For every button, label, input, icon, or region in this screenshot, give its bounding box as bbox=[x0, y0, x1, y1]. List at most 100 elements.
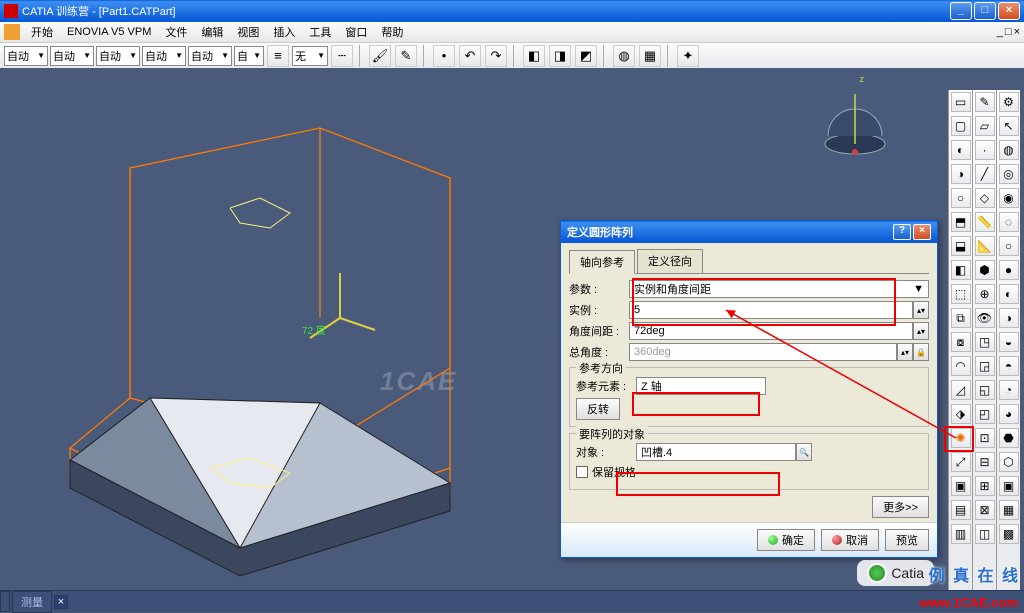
hole-icon[interactable]: ○ bbox=[951, 188, 971, 208]
mdi-restore-button[interactable]: □ bbox=[1005, 26, 1012, 38]
dot-icon[interactable]: • bbox=[433, 45, 455, 67]
loft-icon[interactable]: ⧉ bbox=[951, 308, 971, 328]
menu-tools[interactable]: 工具 bbox=[303, 22, 337, 42]
menu-insert[interactable]: 插入 bbox=[267, 22, 301, 42]
redo-icon[interactable]: ↷ bbox=[485, 45, 507, 67]
grid-icon[interactable]: ▦ bbox=[639, 45, 661, 67]
tb-c10-icon[interactable]: ◑ bbox=[999, 308, 1019, 328]
menu-edit[interactable]: 编辑 bbox=[195, 22, 229, 42]
gear-icon[interactable]: ⚙ bbox=[999, 92, 1019, 112]
instances-spinner[interactable]: ▴▾ bbox=[913, 301, 929, 319]
maximize-button[interactable]: □ bbox=[974, 2, 996, 20]
tb-a18-icon[interactable]: ▤ bbox=[951, 500, 971, 520]
mdi-close-button[interactable]: × bbox=[1014, 26, 1020, 38]
view-icon[interactable]: 👁 bbox=[975, 308, 995, 328]
sketch-icon[interactable]: ✎ bbox=[975, 92, 995, 112]
compass[interactable] bbox=[812, 76, 898, 162]
cursor-icon[interactable]: ↖ bbox=[999, 116, 1019, 136]
ref-elem-input[interactable]: Z 轴 bbox=[636, 377, 766, 395]
keep-spec-checkbox[interactable] bbox=[576, 466, 588, 478]
dialog-close-button[interactable]: × bbox=[913, 224, 931, 240]
status-close-icon[interactable]: × bbox=[54, 595, 68, 609]
preview-button[interactable]: 预览 bbox=[885, 529, 929, 551]
total-angle-lock-icon[interactable]: 🔒 bbox=[913, 343, 929, 361]
dialog-titlebar[interactable]: 定义圆形阵列 ? × bbox=[561, 221, 937, 243]
combo-5[interactable]: 自▼ bbox=[234, 46, 264, 66]
tb-b16-icon[interactable]: ⊟ bbox=[975, 452, 995, 472]
dialog-help-button[interactable]: ? bbox=[893, 224, 911, 240]
shaft-icon[interactable]: ◐ bbox=[951, 140, 971, 160]
combo-6[interactable]: 无▼ bbox=[292, 46, 328, 66]
tb-c15-icon[interactable]: ⬣ bbox=[999, 428, 1019, 448]
tb-c18-icon[interactable]: ▦ bbox=[999, 500, 1019, 520]
measure-icon[interactable]: 📏 bbox=[975, 212, 995, 232]
brush-icon[interactable]: 🖌 bbox=[369, 45, 391, 67]
stiffener-icon[interactable]: ◧ bbox=[951, 260, 971, 280]
menu-window[interactable]: 窗口 bbox=[339, 22, 373, 42]
analysis-icon[interactable]: 📐 bbox=[975, 236, 995, 256]
tb-b17-icon[interactable]: ⊞ bbox=[975, 476, 995, 496]
body-icon[interactable]: ⬢ bbox=[975, 260, 995, 280]
box3-icon[interactable]: ◩ bbox=[575, 45, 597, 67]
rib-icon[interactable]: ⬒ bbox=[951, 212, 971, 232]
tb-c16-icon[interactable]: ⬡ bbox=[999, 452, 1019, 472]
tb-a17-icon[interactable]: ▣ bbox=[951, 476, 971, 496]
fillet-icon[interactable]: ◠ bbox=[951, 356, 971, 376]
combo-3[interactable]: 自动▼ bbox=[142, 46, 186, 66]
more-button[interactable]: 更多>> bbox=[872, 496, 929, 518]
combo-0[interactable]: 自动▼ bbox=[4, 46, 48, 66]
tb-c19-icon[interactable]: ▩ bbox=[999, 524, 1019, 544]
undo-icon[interactable]: ↶ bbox=[459, 45, 481, 67]
tb-dash-icon[interactable]: ┄ bbox=[331, 45, 353, 67]
tb-c8-icon[interactable]: ● bbox=[999, 260, 1019, 280]
instances-input[interactable]: 5 bbox=[629, 301, 913, 319]
tb-c3-icon[interactable]: ◍ bbox=[999, 140, 1019, 160]
point-icon[interactable]: · bbox=[975, 140, 995, 160]
combo-2[interactable]: 自动▼ bbox=[96, 46, 140, 66]
axis-icon[interactable]: ✦ bbox=[677, 45, 699, 67]
shade-icon[interactable]: ◍ bbox=[613, 45, 635, 67]
brush2-icon[interactable]: ✎ bbox=[395, 45, 417, 67]
tb-b19-icon[interactable]: ◫ bbox=[975, 524, 995, 544]
angle-spacing-input[interactable]: 72deg bbox=[629, 322, 913, 340]
tb-c6-icon[interactable]: ◌ bbox=[999, 212, 1019, 232]
menu-enovia[interactable]: ENOVIA V5 VPM bbox=[61, 24, 157, 40]
angle-spacing-spinner[interactable]: ▴▾ bbox=[913, 322, 929, 340]
menu-file[interactable]: 文件 bbox=[159, 22, 193, 42]
mdi-minimize-button[interactable]: _ bbox=[997, 26, 1003, 38]
tb-b15-icon[interactable]: ⊡ bbox=[975, 428, 995, 448]
tb-c14-icon[interactable]: ◕ bbox=[999, 404, 1019, 424]
menu-help[interactable]: 帮助 bbox=[375, 22, 409, 42]
tb-c11-icon[interactable]: ◒ bbox=[999, 332, 1019, 352]
menu-view[interactable]: 视图 bbox=[231, 22, 265, 42]
draft-icon[interactable]: ⬗ bbox=[951, 404, 971, 424]
multi-icon[interactable]: ⬚ bbox=[951, 284, 971, 304]
cancel-button[interactable]: 取消 bbox=[821, 529, 879, 551]
line-icon[interactable]: ╱ bbox=[975, 164, 995, 184]
tb-c4-icon[interactable]: ◎ bbox=[999, 164, 1019, 184]
slot-icon[interactable]: ⬓ bbox=[951, 236, 971, 256]
box2-icon[interactable]: ◨ bbox=[549, 45, 571, 67]
plane-icon[interactable]: ▱ bbox=[975, 116, 995, 136]
tb-a19-icon[interactable]: ▥ bbox=[951, 524, 971, 544]
start-icon[interactable] bbox=[4, 24, 20, 40]
groove-icon[interactable]: ◑ bbox=[951, 164, 971, 184]
reverse-button[interactable]: 反转 bbox=[576, 398, 620, 420]
tb-b12-icon[interactable]: ◲ bbox=[975, 356, 995, 376]
tb-b11-icon[interactable]: ◳ bbox=[975, 332, 995, 352]
pocket-icon[interactable]: ▢ bbox=[951, 116, 971, 136]
tb-c17-icon[interactable]: ▣ bbox=[999, 476, 1019, 496]
object-input[interactable]: 凹槽.4 bbox=[636, 443, 796, 461]
tb-b18-icon[interactable]: ⊠ bbox=[975, 500, 995, 520]
minimize-button[interactable]: _ bbox=[950, 2, 972, 20]
bool-icon[interactable]: ⊕ bbox=[975, 284, 995, 304]
tb-c13-icon[interactable]: ◔ bbox=[999, 380, 1019, 400]
object-picker-icon[interactable]: 🔍 bbox=[796, 443, 812, 461]
close-button[interactable]: × bbox=[998, 2, 1020, 20]
tb-c5-icon[interactable]: ◉ bbox=[999, 188, 1019, 208]
scale-icon[interactable]: ⤢ bbox=[951, 452, 971, 472]
remove-loft-icon[interactable]: ⧇ bbox=[951, 332, 971, 352]
tab-axial-ref[interactable]: 轴向参考 bbox=[569, 250, 635, 274]
tb-c7-icon[interactable]: ○ bbox=[999, 236, 1019, 256]
status-measure[interactable]: 测量 bbox=[12, 591, 52, 613]
